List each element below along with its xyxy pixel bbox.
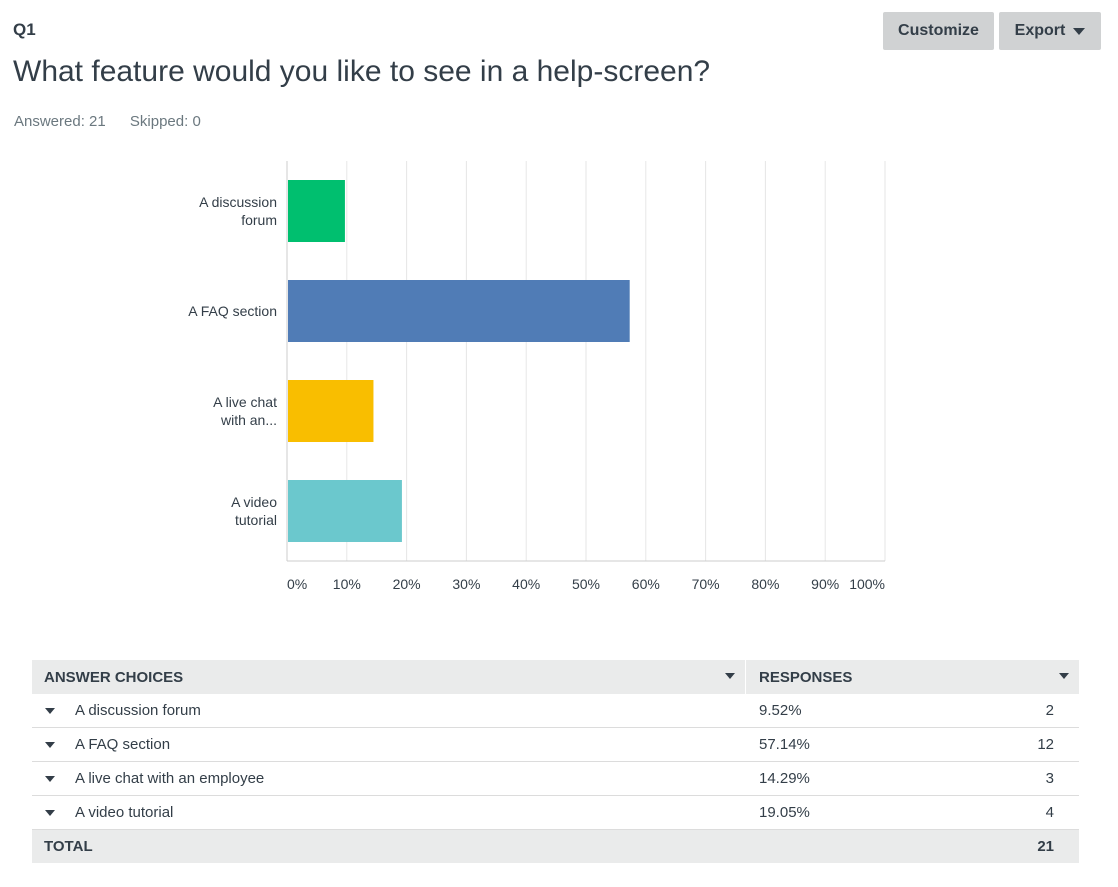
bar-chart: 0% 10% 20% 30% 40% 50% 60% 70% 80% 90% 100% A discu…: [188, 161, 886, 592]
response-percent: 9.52%: [759, 702, 802, 719]
total-row: TOTAL 21: [32, 830, 1079, 863]
table-row: A video tutorial 19.05% 4: [32, 796, 1079, 830]
x-tick-label: 60%: [632, 576, 660, 592]
category-label: A video: [231, 494, 277, 510]
x-tick-label: 100%: [849, 576, 885, 592]
response-cell: 14.29% 3: [746, 770, 1079, 787]
expand-caret-icon[interactable]: [45, 741, 55, 748]
response-cell: 57.14% 12: [746, 736, 1079, 753]
bar: [288, 280, 630, 342]
response-percent: 19.05%: [759, 804, 810, 821]
table-row: A FAQ section 57.14% 12: [32, 728, 1079, 762]
category-label: A discussion: [199, 194, 277, 210]
answer-choices-header[interactable]: ANSWER CHOICES: [32, 660, 745, 694]
x-tick-label: 0%: [287, 576, 307, 592]
x-tick-label: 50%: [572, 576, 600, 592]
response-cell: 9.52% 2: [746, 702, 1079, 719]
answer-cell: A discussion forum: [32, 702, 745, 719]
x-tick-label: 20%: [393, 576, 421, 592]
response-percent: 14.29%: [759, 770, 810, 787]
response-count: 3: [1045, 770, 1054, 787]
sort-caret-icon[interactable]: [725, 673, 735, 679]
expand-caret-icon[interactable]: [45, 707, 55, 714]
response-cell: 19.05% 4: [746, 804, 1079, 821]
x-tick-label: 30%: [452, 576, 480, 592]
answer-cell: A FAQ section: [32, 736, 745, 753]
answer-choices-header-label: ANSWER CHOICES: [44, 668, 184, 686]
response-count: 12: [1037, 736, 1054, 753]
bar: [288, 380, 374, 442]
total-label: TOTAL: [44, 838, 93, 855]
bar: [288, 480, 402, 542]
category-label: A FAQ section: [188, 303, 277, 319]
category-label: with an...: [220, 412, 277, 428]
x-tick-label: 70%: [692, 576, 720, 592]
category-label: forum: [241, 212, 277, 228]
response-count: 4: [1045, 804, 1054, 821]
expand-caret-icon[interactable]: [45, 809, 55, 816]
bar: [288, 180, 345, 242]
responses-table: ANSWER CHOICES RESPONSES A discussion fo…: [32, 660, 1079, 863]
responses-header-label: RESPONSES: [759, 668, 853, 686]
sort-caret-icon[interactable]: [1059, 673, 1069, 679]
answer-choice-text: A video tutorial: [75, 804, 174, 821]
response-percent: 57.14%: [759, 736, 810, 753]
x-tick-label: 80%: [751, 576, 779, 592]
answer-choice-text: A FAQ section: [75, 736, 171, 753]
table-row: A discussion forum 9.52% 2: [32, 694, 1079, 728]
responses-header[interactable]: RESPONSES: [746, 660, 1079, 694]
total-count: 21: [1037, 838, 1054, 855]
x-tick-label: 10%: [333, 576, 361, 592]
category-label: tutorial: [235, 512, 277, 528]
response-count: 2: [1045, 702, 1054, 719]
answer-choice-text: A discussion forum: [75, 702, 201, 719]
table-header: ANSWER CHOICES RESPONSES: [32, 660, 1079, 694]
answer-cell: A live chat with an employee: [32, 770, 745, 787]
answer-choice-text: A live chat with an employee: [75, 770, 265, 787]
x-tick-label: 90%: [811, 576, 839, 592]
answer-cell: A video tutorial: [32, 804, 745, 821]
table-row: A live chat with an employee 14.29% 3: [32, 762, 1079, 796]
x-tick-label: 40%: [512, 576, 540, 592]
category-label: A live chat: [213, 394, 277, 410]
expand-caret-icon[interactable]: [45, 775, 55, 782]
